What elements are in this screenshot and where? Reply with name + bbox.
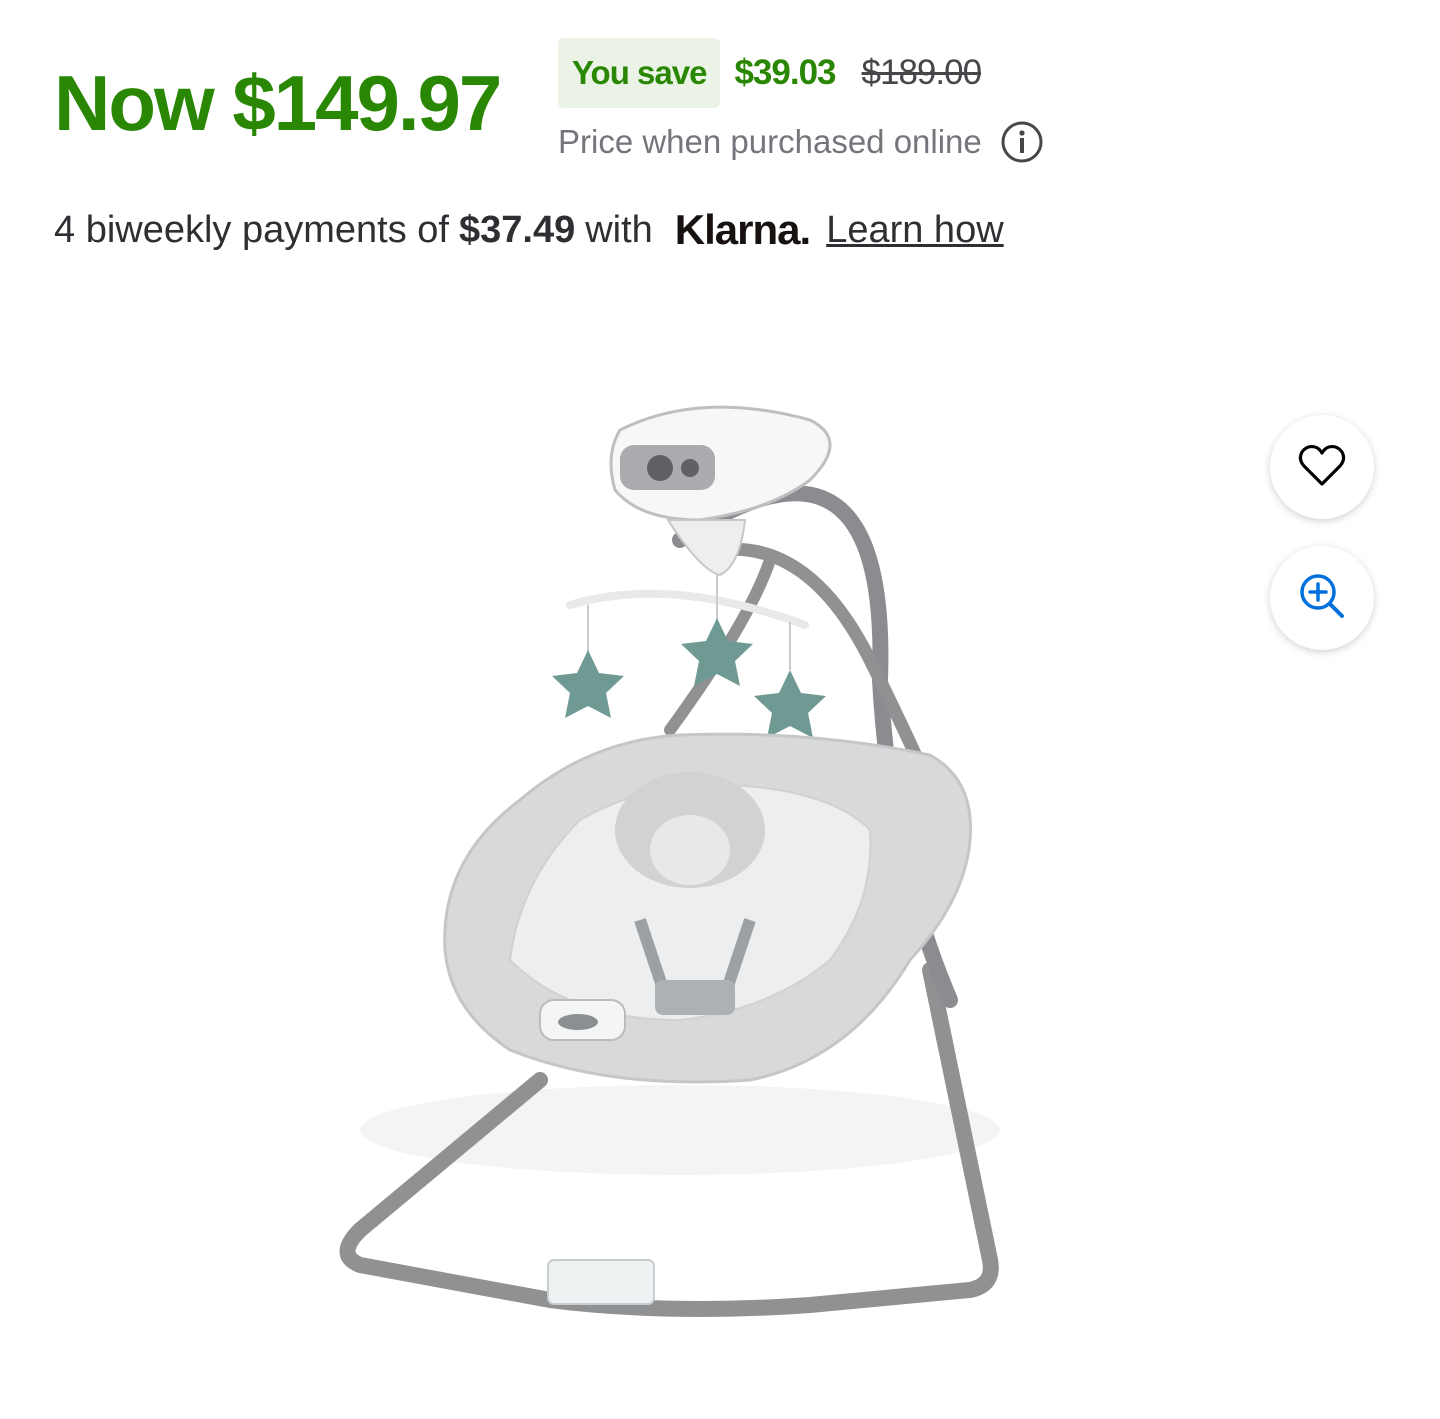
info-icon[interactable]	[1000, 120, 1044, 164]
learn-how-link[interactable]: Learn how	[826, 209, 1003, 252]
payment-prefix: 4 biweekly payments of	[54, 208, 449, 251]
savings-row: You save $39.03 $189.00	[558, 38, 983, 108]
favorite-button[interactable]	[1270, 415, 1374, 519]
price-block: Now $149.97 You save $39.03 $189.00 Pric…	[54, 34, 1154, 174]
was-price: $189.00	[861, 53, 983, 92]
zoom-in-button[interactable]	[1270, 546, 1374, 650]
heart-icon	[1297, 442, 1347, 493]
save-amount: $39.03	[734, 53, 836, 92]
online-note-text: Price when purchased online	[558, 123, 982, 160]
payment-with: with	[585, 208, 653, 251]
klarna-logo: Klarna.	[674, 206, 811, 253]
online-price-note: Price when purchased online	[558, 120, 1044, 164]
payment-amount: $37.49	[458, 208, 576, 251]
current-price: Now $149.97	[54, 59, 502, 147]
klarna-payment-row: 4 biweekly payments of $37.49 with Klarn…	[54, 206, 1004, 254]
product-image[interactable]	[250, 360, 1200, 1400]
zoom-in-icon	[1297, 571, 1347, 626]
you-save-badge: You save	[558, 38, 721, 108]
